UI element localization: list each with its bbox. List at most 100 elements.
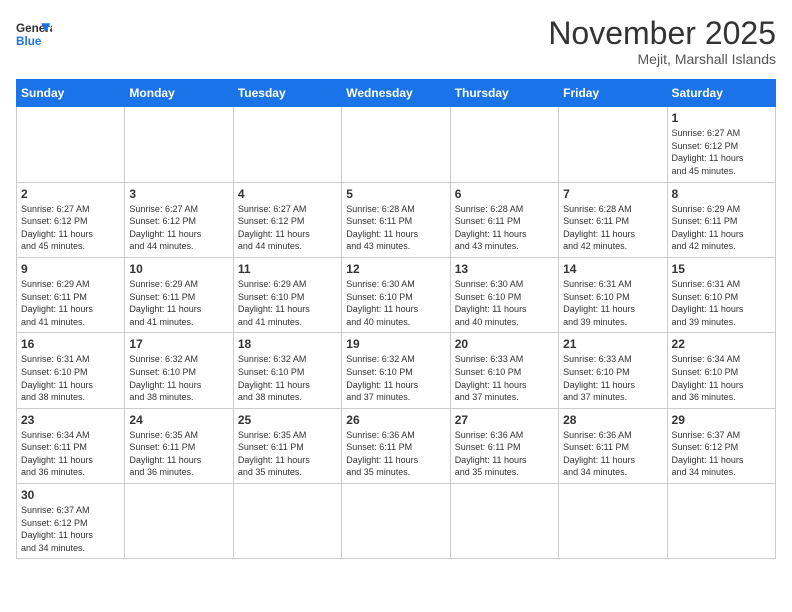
calendar-cell xyxy=(17,107,125,182)
calendar-cell: 28Sunrise: 6:36 AM Sunset: 6:11 PM Dayli… xyxy=(559,408,667,483)
title-block: November 2025 Mejit, Marshall Islands xyxy=(548,16,776,67)
day-info: Sunrise: 6:37 AM Sunset: 6:12 PM Dayligh… xyxy=(672,429,771,479)
day-number: 18 xyxy=(238,337,337,351)
calendar-cell: 24 Sunrise: 6:35 AM Sunset: 6:11 PM Dayli… xyxy=(125,408,233,483)
day-number: 22 xyxy=(672,337,771,351)
day-info: Sunrise: 6:29 AM Sunset: 6:10 PM Dayligh… xyxy=(238,278,337,328)
calendar-row: 30 Sunrise: 6:37 AM Sunset: 6:12 PM Dayli… xyxy=(17,484,776,559)
day-number: 8 xyxy=(672,187,771,201)
day-info: Sunrise: 6:33 AM Sunset: 6:10 PM Dayligh… xyxy=(455,353,554,403)
day-number: 19 xyxy=(346,337,445,351)
calendar-cell: 8 Sunrise: 6:29 AM Sunset: 6:11 PM Daylig… xyxy=(667,182,775,257)
day-info: Sunrise: 6:36 AM Sunset: 6:11 PM Dayligh… xyxy=(455,429,554,479)
weekday-header-monday: Monday xyxy=(125,80,233,107)
day-number: 4 xyxy=(238,187,337,201)
day-info: Sunrise: 6:30 AM Sunset: 6:10 PM Dayligh… xyxy=(455,278,554,328)
weekday-header-saturday: Saturday xyxy=(667,80,775,107)
day-number: 15 xyxy=(672,262,771,276)
day-info: Sunrise: 6:34 AM Sunset: 6:11 PM Dayligh… xyxy=(21,429,120,479)
day-info: Sunrise: 6:31 AM Sunset: 6:10 PM Dayligh… xyxy=(21,353,120,403)
day-info: Sunrise: 6:27 AM Sunset: 6:12 PM Dayligh… xyxy=(238,203,337,253)
calendar-cell xyxy=(125,107,233,182)
weekday-header-wednesday: Wednesday xyxy=(342,80,450,107)
day-number: 9 xyxy=(21,262,120,276)
weekday-header-thursday: Thursday xyxy=(450,80,558,107)
calendar-cell: 1 Sunrise: 6:27 AM Sunset: 6:12 PM Daylig… xyxy=(667,107,775,182)
day-number: 27 xyxy=(455,413,554,427)
logo: General Blue xyxy=(16,16,52,52)
day-info: Sunrise: 6:28 AM Sunset: 6:11 PM Dayligh… xyxy=(455,203,554,253)
calendar-cell: 7 Sunrise: 6:28 AM Sunset: 6:11 PM Daylig… xyxy=(559,182,667,257)
location: Mejit, Marshall Islands xyxy=(548,51,776,67)
day-info: Sunrise: 6:32 AM Sunset: 6:10 PM Dayligh… xyxy=(129,353,228,403)
calendar-cell: 11 Sunrise: 6:29 AM Sunset: 6:10 PM Dayli… xyxy=(233,257,341,332)
calendar-cell: 2Sunrise: 6:27 AM Sunset: 6:12 PM Daylig… xyxy=(17,182,125,257)
calendar-cell: 17 Sunrise: 6:32 AM Sunset: 6:10 PM Dayli… xyxy=(125,333,233,408)
day-info: Sunrise: 6:30 AM Sunset: 6:10 PM Dayligh… xyxy=(346,278,445,328)
day-number: 17 xyxy=(129,337,228,351)
calendar-cell: 29 Sunrise: 6:37 AM Sunset: 6:12 PM Dayli… xyxy=(667,408,775,483)
day-info: Sunrise: 6:34 AM Sunset: 6:10 PM Dayligh… xyxy=(672,353,771,403)
day-info: Sunrise: 6:35 AM Sunset: 6:11 PM Dayligh… xyxy=(129,429,228,479)
day-info: Sunrise: 6:28 AM Sunset: 6:11 PM Dayligh… xyxy=(346,203,445,253)
calendar-cell xyxy=(233,107,341,182)
calendar-cell: 30 Sunrise: 6:37 AM Sunset: 6:12 PM Dayli… xyxy=(17,484,125,559)
calendar-cell: 13Sunrise: 6:30 AM Sunset: 6:10 PM Dayli… xyxy=(450,257,558,332)
logo-icon: General Blue xyxy=(16,16,52,52)
day-number: 7 xyxy=(563,187,662,201)
day-number: 10 xyxy=(129,262,228,276)
day-number: 20 xyxy=(455,337,554,351)
calendar-cell: 26 Sunrise: 6:36 AM Sunset: 6:11 PM Dayli… xyxy=(342,408,450,483)
calendar-cell xyxy=(125,484,233,559)
calendar-cell xyxy=(559,107,667,182)
day-number: 3 xyxy=(129,187,228,201)
day-info: Sunrise: 6:29 AM Sunset: 6:11 PM Dayligh… xyxy=(129,278,228,328)
calendar-table: SundayMondayTuesdayWednesdayThursdayFrid… xyxy=(16,79,776,559)
day-info: Sunrise: 6:37 AM Sunset: 6:12 PM Dayligh… xyxy=(21,504,120,554)
calendar-cell: 6 Sunrise: 6:28 AM Sunset: 6:11 PM Daylig… xyxy=(450,182,558,257)
day-number: 24 xyxy=(129,413,228,427)
day-number: 29 xyxy=(672,413,771,427)
day-info: Sunrise: 6:29 AM Sunset: 6:11 PM Dayligh… xyxy=(21,278,120,328)
calendar-cell: 12Sunrise: 6:30 AM Sunset: 6:10 PM Dayli… xyxy=(342,257,450,332)
calendar-row: 16Sunrise: 6:31 AM Sunset: 6:10 PM Dayli… xyxy=(17,333,776,408)
calendar-row: 9 Sunrise: 6:29 AM Sunset: 6:11 PM Daylig… xyxy=(17,257,776,332)
calendar-cell xyxy=(450,107,558,182)
calendar-cell: 5Sunrise: 6:28 AM Sunset: 6:11 PM Daylig… xyxy=(342,182,450,257)
day-info: Sunrise: 6:32 AM Sunset: 6:10 PM Dayligh… xyxy=(346,353,445,403)
calendar-cell xyxy=(342,484,450,559)
day-info: Sunrise: 6:32 AM Sunset: 6:10 PM Dayligh… xyxy=(238,353,337,403)
calendar-cell xyxy=(450,484,558,559)
day-info: Sunrise: 6:33 AM Sunset: 6:10 PM Dayligh… xyxy=(563,353,662,403)
day-info: Sunrise: 6:36 AM Sunset: 6:11 PM Dayligh… xyxy=(346,429,445,479)
calendar-cell: 21Sunrise: 6:33 AM Sunset: 6:10 PM Dayli… xyxy=(559,333,667,408)
calendar-cell: 15 Sunrise: 6:31 AM Sunset: 6:10 PM Dayli… xyxy=(667,257,775,332)
calendar-cell: 19 Sunrise: 6:32 AM Sunset: 6:10 PM Dayli… xyxy=(342,333,450,408)
day-number: 30 xyxy=(21,488,120,502)
day-number: 2 xyxy=(21,187,120,201)
day-info: Sunrise: 6:27 AM Sunset: 6:12 PM Dayligh… xyxy=(672,127,771,177)
weekday-header-tuesday: Tuesday xyxy=(233,80,341,107)
day-info: Sunrise: 6:29 AM Sunset: 6:11 PM Dayligh… xyxy=(672,203,771,253)
calendar-cell: 9 Sunrise: 6:29 AM Sunset: 6:11 PM Daylig… xyxy=(17,257,125,332)
calendar-cell: 22 Sunrise: 6:34 AM Sunset: 6:10 PM Dayli… xyxy=(667,333,775,408)
day-info: Sunrise: 6:31 AM Sunset: 6:10 PM Dayligh… xyxy=(672,278,771,328)
day-number: 1 xyxy=(672,111,771,125)
calendar-cell xyxy=(667,484,775,559)
weekday-header-sunday: Sunday xyxy=(17,80,125,107)
calendar-cell: 25Sunrise: 6:35 AM Sunset: 6:11 PM Dayli… xyxy=(233,408,341,483)
calendar-cell: 14Sunrise: 6:31 AM Sunset: 6:10 PM Dayli… xyxy=(559,257,667,332)
weekday-header-friday: Friday xyxy=(559,80,667,107)
page-header: General Blue November 2025 Mejit, Marsha… xyxy=(16,16,776,67)
day-number: 26 xyxy=(346,413,445,427)
day-number: 6 xyxy=(455,187,554,201)
svg-text:Blue: Blue xyxy=(16,35,42,48)
day-info: Sunrise: 6:31 AM Sunset: 6:10 PM Dayligh… xyxy=(563,278,662,328)
day-number: 11 xyxy=(238,262,337,276)
calendar-cell: 20 Sunrise: 6:33 AM Sunset: 6:10 PM Dayli… xyxy=(450,333,558,408)
calendar-cell: 16Sunrise: 6:31 AM Sunset: 6:10 PM Dayli… xyxy=(17,333,125,408)
day-info: Sunrise: 6:28 AM Sunset: 6:11 PM Dayligh… xyxy=(563,203,662,253)
calendar-cell: 27 Sunrise: 6:36 AM Sunset: 6:11 PM Dayli… xyxy=(450,408,558,483)
calendar-cell: 4 Sunrise: 6:27 AM Sunset: 6:12 PM Daylig… xyxy=(233,182,341,257)
day-number: 28 xyxy=(563,413,662,427)
